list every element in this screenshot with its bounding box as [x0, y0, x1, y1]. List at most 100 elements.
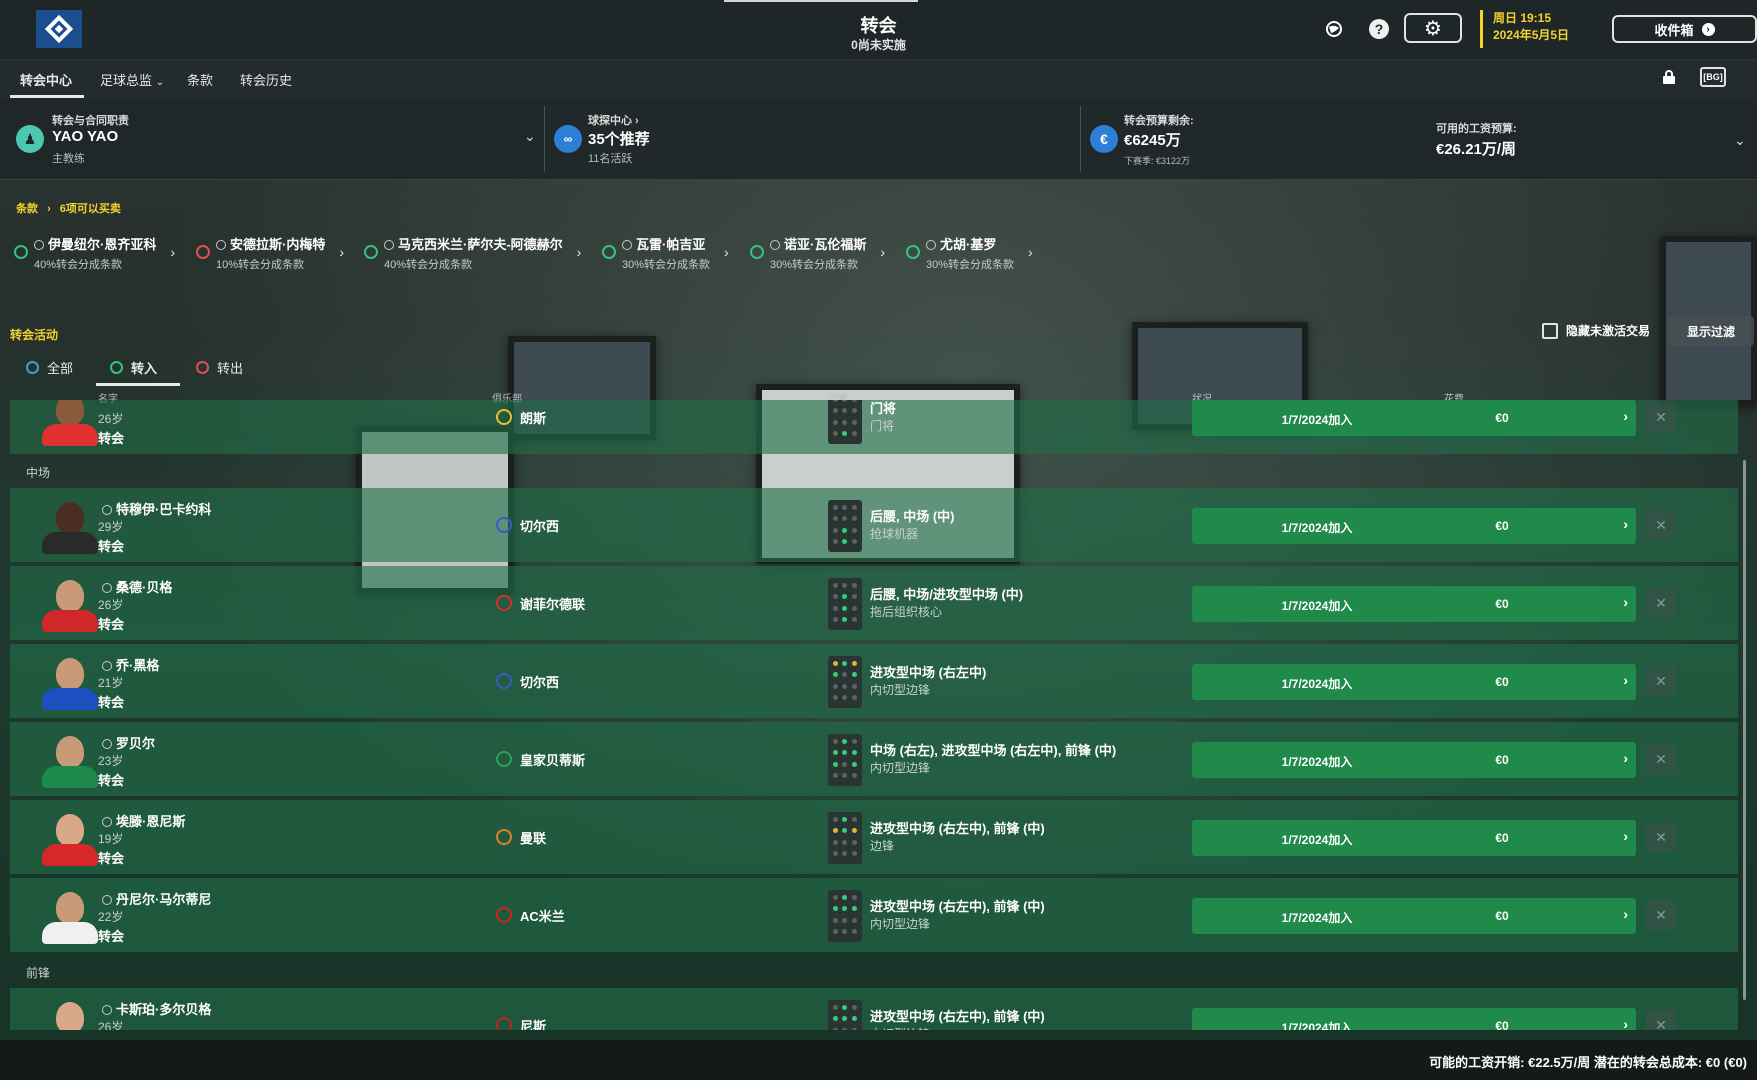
chevron-right-icon: ›	[880, 244, 886, 260]
chevron-right-icon: ›	[1623, 594, 1628, 610]
clauses-header[interactable]: 条款 › 6项可以买卖	[16, 200, 121, 216]
settings-button[interactable]: ⚙	[1404, 13, 1462, 43]
clause-item[interactable]: 伊曼纽尔·恩齐亚科 40%转会分成条款 ›	[14, 234, 175, 274]
person-icon	[102, 661, 112, 671]
player-name[interactable]: 卡斯珀·多尔贝格	[102, 999, 211, 1018]
club-name[interactable]: 朗斯	[520, 408, 546, 427]
player-name[interactable]: 桑德·贝格	[102, 577, 172, 596]
staff-name: YAO YAO	[52, 128, 119, 145]
player-role: 边锋	[870, 839, 895, 853]
club-badge-icon	[496, 595, 512, 611]
chevron-down-icon[interactable]: ⌄	[1734, 132, 1746, 149]
deal-status-button[interactable]: 1/7/2024加入 €0 ›	[1192, 742, 1636, 778]
background-toggle-button[interactable]: [BG]	[1700, 67, 1726, 87]
cancel-deal-icon[interactable]: ✕	[1646, 900, 1676, 930]
tab-transfer-centre[interactable]: 转会中心	[20, 70, 72, 89]
filter-outgoing[interactable]: 转出	[196, 358, 243, 377]
clause-item[interactable]: 安德拉斯·内梅特 10%转会分成条款 ›	[196, 234, 344, 274]
deal-status-button[interactable]: 1/7/2024加入 €0 ›	[1192, 664, 1636, 700]
filter-incoming[interactable]: 转入	[110, 358, 157, 377]
cancel-deal-icon[interactable]: ✕	[1646, 822, 1676, 852]
clause-item[interactable]: 诺亚·瓦伦福斯 30%转会分成条款 ›	[750, 234, 885, 274]
cancel-deal-icon[interactable]: ✕	[1646, 510, 1676, 540]
player-name[interactable]: 特穆伊·巴卡约科	[102, 499, 211, 518]
list-scrollbar[interactable]	[1743, 460, 1746, 1000]
position-map	[828, 1000, 862, 1030]
inbox-button[interactable]: 收件箱 ›	[1612, 15, 1757, 43]
club-name[interactable]: 皇家贝蒂斯	[520, 750, 585, 769]
clause-item[interactable]: 马克西米兰·萨尔夫-阿德赫尔 40%转会分成条款 ›	[364, 234, 581, 274]
deal-status-button[interactable]: 1/7/2024加入 €0 ›	[1192, 400, 1636, 436]
transfer-in-icon	[14, 245, 28, 259]
lock-icon[interactable]	[1662, 70, 1676, 84]
scouting-panel[interactable]: ∞ 球探中心 › 35个推荐 11名活跃	[554, 98, 1074, 180]
club-name[interactable]: 切尔西	[520, 516, 559, 535]
player-position: 门将	[870, 401, 897, 416]
deal-status-button[interactable]: 1/7/2024加入 €0 ›	[1192, 1008, 1636, 1030]
tab-director-of-football[interactable]: 足球总监 ⌄	[100, 70, 164, 89]
clause-item[interactable]: 尤胡·基罗 30%转会分成条款 ›	[906, 234, 1033, 274]
player-age: 23岁	[98, 754, 124, 768]
sub-nav: 转会中心 足球总监 ⌄ 条款 转会历史	[0, 60, 1757, 98]
club-name[interactable]: 谢菲尔德联	[520, 594, 585, 613]
budget-label: 转会预算剩余:	[1124, 115, 1194, 127]
position-map	[828, 400, 862, 444]
date-time: 周日 19:15	[1493, 11, 1552, 25]
table-row[interactable]: 罗贝尔 23岁 转会 皇家贝蒂斯 中场 (右左), 进攻型中场 (右左中), 前…	[10, 722, 1738, 796]
club-name[interactable]: 切尔西	[520, 672, 559, 691]
table-row[interactable]: 卡斯珀·多尔贝格 26岁 转会 尼斯 进攻型中场 (右左中), 前锋 (中) 内…	[10, 988, 1738, 1030]
table-row[interactable]: 26岁 转会 朗斯 门将 门将 1/7/2024加入 €0 › ✕	[10, 400, 1738, 454]
deal-status-button[interactable]: 1/7/2024加入 €0 ›	[1192, 586, 1636, 622]
clause-item[interactable]: 瓦雷·帕吉亚 30%转会分成条款 ›	[602, 234, 729, 274]
wage-panel[interactable]: 可用的工资预算: €26.21万/周 ⌄	[1436, 98, 1757, 180]
cancel-deal-icon[interactable]: ✕	[1646, 1010, 1676, 1030]
tab-transfer-history[interactable]: 转会历史	[240, 70, 292, 89]
club-name[interactable]: 尼斯	[520, 1016, 546, 1030]
table-row[interactable]: 乔·黑格 21岁 转会 切尔西 进攻型中场 (右左中) 内切型边锋 1/7/20…	[10, 644, 1738, 718]
deal-status-button[interactable]: 1/7/2024加入 €0 ›	[1192, 508, 1636, 544]
active-filter-underline	[96, 383, 180, 386]
staff-panel[interactable]: ♟ 转会与合同职责 YAO YAO 主教练 ⌄	[0, 98, 544, 180]
deal-type: 转会	[98, 695, 125, 710]
hide-inactive-checkbox[interactable]	[1542, 322, 1558, 339]
player-name[interactable]: 埃滕·恩尼斯	[102, 811, 185, 830]
tab-clauses[interactable]: 条款	[187, 70, 213, 89]
divider	[544, 106, 545, 172]
table-row[interactable]: 桑德·贝格 26岁 转会 谢菲尔德联 后腰, 中场/进攻型中场 (中) 拖后组织…	[10, 566, 1738, 640]
wage-label: 可用的工资预算:	[1436, 123, 1517, 135]
table-row[interactable]: 丹尼尔·马尔蒂尼 22岁 转会 AC米兰 进攻型中场 (右左中), 前锋 (中)…	[10, 878, 1738, 952]
table-row[interactable]: 特穆伊·巴卡约科 29岁 转会 切尔西 后腰, 中场 (中) 抢球机器 1/7/…	[10, 488, 1738, 562]
club-name[interactable]: 曼联	[520, 828, 546, 847]
club-name[interactable]: AC米兰	[520, 906, 565, 925]
deal-status-button[interactable]: 1/7/2024加入 €0 ›	[1192, 898, 1636, 934]
position-map	[828, 734, 862, 786]
help-icon[interactable]: ?	[1366, 16, 1392, 42]
person-icon	[102, 817, 112, 827]
player-photo	[42, 498, 98, 554]
table-row[interactable]: 埃滕·恩尼斯 19岁 转会 曼联 进攻型中场 (右左中), 前锋 (中) 边锋 …	[10, 800, 1738, 874]
player-name[interactable]: 乔·黑格	[102, 655, 159, 674]
deal-type: 转会	[98, 539, 125, 554]
cancel-deal-icon[interactable]: ✕	[1646, 666, 1676, 696]
scouting-link[interactable]: 球探中心 ›	[588, 112, 639, 128]
cancel-deal-icon[interactable]: ✕	[1646, 402, 1676, 432]
all-transfers-icon	[26, 361, 39, 374]
staff-title: 主教练	[52, 153, 85, 165]
deal-status-button[interactable]: 1/7/2024加入 €0 ›	[1192, 820, 1636, 856]
player-name[interactable]: 丹尼尔·马尔蒂尼	[102, 889, 211, 908]
chevron-down-icon[interactable]: ⌄	[524, 128, 536, 145]
player-name[interactable]: 罗贝尔	[102, 733, 155, 752]
position-map	[828, 500, 862, 552]
cancel-deal-icon[interactable]: ✕	[1646, 588, 1676, 618]
chevron-right-icon: ›	[576, 244, 582, 260]
cancel-deal-icon[interactable]: ✕	[1646, 744, 1676, 774]
player-position: 后腰, 中场 (中)	[870, 509, 955, 524]
show-filter-button[interactable]: 显示过滤	[1668, 316, 1754, 346]
filter-all[interactable]: 全部	[26, 358, 73, 377]
player-age: 19岁	[98, 832, 124, 846]
person-icon	[102, 583, 112, 593]
chevron-down-icon: ⌄	[155, 77, 165, 88]
hide-inactive-toggle[interactable]: 隐藏未激活交易	[1542, 322, 1650, 339]
player-role: 门将	[870, 419, 895, 433]
globe-icon[interactable]	[1321, 16, 1347, 42]
